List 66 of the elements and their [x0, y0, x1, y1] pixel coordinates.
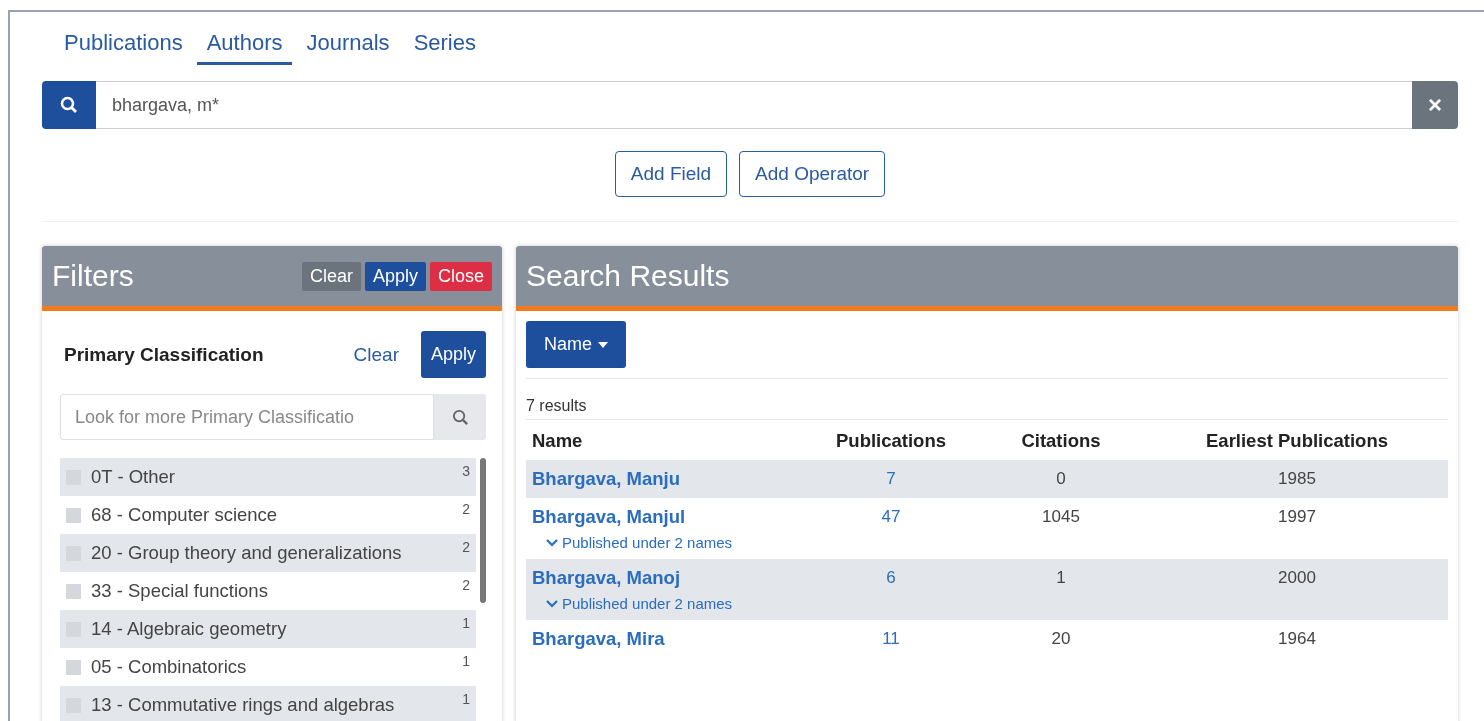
author-link[interactable]: Bhargava, Mira: [526, 628, 806, 650]
filter-action-button[interactable]: Apply: [364, 261, 426, 291]
search-icon: [60, 96, 78, 114]
citations-cell-text: 1045: [1041, 507, 1081, 527]
item-count: 2: [462, 501, 470, 517]
publications-link[interactable]: 11: [806, 629, 976, 649]
classification-label: 14 - Algebraic geometry: [91, 618, 288, 640]
classification-label: 20 - Group theory and generalizations: [91, 542, 403, 564]
classification-search-field[interactable]: Look for more Primary Classificatio: [60, 394, 434, 440]
search-button[interactable]: [42, 81, 96, 129]
search-field[interactable]: bhargava, m*: [96, 81, 1412, 129]
author-link[interactable]: Bhargava, Manjul: [526, 506, 806, 528]
section-title: Primary Classification: [64, 343, 265, 366]
clear-search-button[interactable]: ×: [1412, 81, 1458, 129]
classification-label: 0T - Other: [91, 466, 176, 488]
classification-label: 05 - Combinatorics: [91, 656, 248, 678]
citations-cell-text: 1: [1055, 568, 1067, 588]
query-button[interactable]: Add Field: [614, 151, 728, 197]
tab[interactable]: Publications: [54, 30, 193, 65]
item-count: 1: [462, 615, 470, 631]
citations-cell-text: 20: [1050, 629, 1072, 649]
tab[interactable]: Journals: [296, 30, 400, 65]
apply-button[interactable]: Apply: [420, 331, 486, 378]
results-count: 7 results: [526, 396, 588, 416]
year-cell-text: 1964: [1277, 629, 1317, 649]
sort-dropdown[interactable]: Name: [526, 321, 626, 368]
checkbox[interactable]: [66, 659, 81, 675]
column-header: Name: [531, 429, 584, 453]
column-header: Citations: [1020, 429, 1102, 453]
year-cell-text: 1985: [1277, 469, 1317, 489]
citations-cell-text: 0: [1055, 469, 1067, 489]
panel-title: Search Results: [526, 259, 730, 293]
item-count: 2: [462, 577, 470, 593]
publications-link[interactable]: 47: [806, 507, 976, 527]
checkbox[interactable]: [66, 507, 81, 523]
filter-action-button[interactable]: Clear: [301, 261, 361, 291]
author-link[interactable]: Bhargava, Manoj: [526, 567, 806, 589]
item-count: 1: [462, 691, 470, 707]
publications-link[interactable]: 7: [806, 469, 976, 489]
author-link[interactable]: Bhargava, Manju: [526, 468, 806, 490]
aliases-link[interactable]: Published under 2 names: [526, 589, 733, 612]
chevron-down-icon: [546, 538, 558, 547]
chevron-down-icon: [546, 599, 558, 608]
year-cell-text: 1997: [1277, 507, 1317, 527]
checkbox[interactable]: [66, 583, 81, 599]
classification-label: 33 - Special functions: [91, 580, 269, 602]
filter-action-button[interactable]: Close: [429, 261, 492, 291]
column-header: Earliest Publications: [1205, 429, 1389, 453]
search-icon: [451, 408, 469, 426]
panel-title: Filters: [52, 259, 134, 293]
classification-label: 13 - Commutative rings and algebras: [91, 694, 396, 716]
column-header: Publications: [835, 429, 947, 453]
item-count: 1: [462, 653, 470, 669]
tab[interactable]: Authors: [196, 30, 293, 65]
item-count: 2: [462, 539, 470, 555]
search-button[interactable]: [434, 394, 486, 440]
item-count: 3: [462, 463, 470, 479]
year-cell-text: 2000: [1277, 568, 1317, 588]
publications-link[interactable]: 6: [806, 568, 976, 588]
aliases-link[interactable]: Published under 2 names: [526, 528, 733, 551]
tab[interactable]: Series: [403, 30, 486, 65]
query-button[interactable]: Add Operator: [739, 151, 886, 197]
scrollbar[interactable]: [480, 458, 486, 603]
clear-link[interactable]: Clear: [341, 343, 411, 366]
classification-label: 68 - Computer science: [91, 504, 279, 526]
caret-icon: [598, 341, 608, 348]
